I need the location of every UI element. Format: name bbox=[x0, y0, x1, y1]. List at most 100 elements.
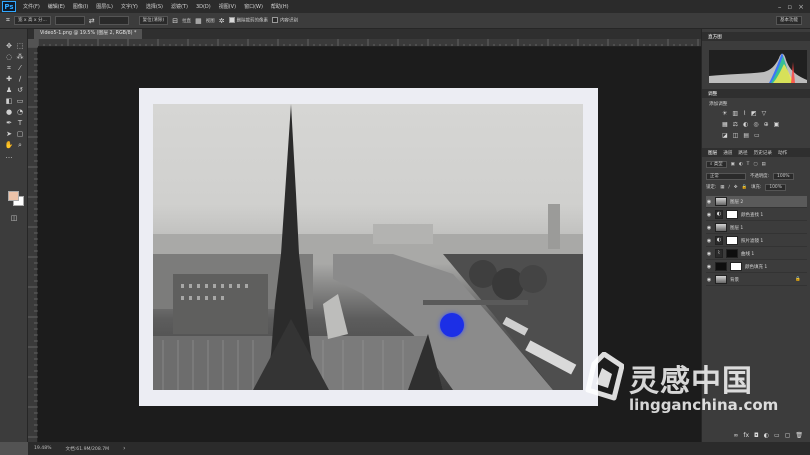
black-white-icon[interactable]: ◐ bbox=[743, 121, 748, 128]
color-balance-icon[interactable]: ⚖ bbox=[733, 121, 738, 128]
straighten-icon[interactable]: ⊟ bbox=[172, 17, 178, 25]
fx-icon[interactable]: fx bbox=[743, 432, 749, 439]
magic-wand-tool-icon[interactable]: ⁂ bbox=[14, 52, 26, 62]
exposure-icon[interactable]: ◩ bbox=[751, 110, 757, 117]
histogram-panel-title[interactable]: 直方图 bbox=[708, 34, 722, 40]
filter-adjustment-icon[interactable]: ◐ bbox=[739, 162, 743, 167]
photo-filter-icon[interactable]: ◎ bbox=[753, 121, 758, 128]
straighten-label[interactable]: 拉直 bbox=[182, 18, 191, 24]
chevron-right-icon[interactable]: › bbox=[123, 445, 125, 452]
workspace-select[interactable]: 基本功能 bbox=[776, 16, 802, 25]
tab-layers[interactable]: 图层 bbox=[708, 150, 717, 156]
eye-icon[interactable]: ◉ bbox=[706, 225, 712, 231]
layer-row[interactable]: ◉ 图层 1 bbox=[706, 222, 807, 234]
filter-type-icon[interactable]: T bbox=[747, 162, 750, 167]
overlay-label[interactable]: 视图 bbox=[206, 18, 215, 24]
document-tab[interactable]: Video5-1.png @ 19.5% (图层 2, RGB/8) * bbox=[34, 29, 143, 39]
fill-input[interactable]: 100% bbox=[765, 183, 786, 191]
maximize-icon[interactable]: ▫ bbox=[787, 3, 792, 11]
eye-icon[interactable]: ◉ bbox=[706, 264, 712, 270]
histogram-panel-header[interactable]: 直方图 bbox=[702, 32, 810, 41]
tab-actions[interactable]: 动作 bbox=[778, 150, 787, 156]
menu-help[interactable]: 帮助(H) bbox=[267, 3, 293, 10]
posterize-icon[interactable]: ◫ bbox=[733, 132, 739, 139]
vibrance-icon[interactable]: ▽ bbox=[762, 110, 767, 117]
color-lookup-icon[interactable]: ▣ bbox=[774, 121, 780, 128]
menu-edit[interactable]: 编辑(E) bbox=[44, 3, 69, 10]
marquee-tool-icon[interactable]: ⬚ bbox=[14, 41, 26, 51]
menu-layer[interactable]: 图层(L) bbox=[92, 3, 117, 10]
crop-ratio-select[interactable]: 宽 x 高 x 分... bbox=[13, 16, 51, 25]
eye-icon[interactable]: ◉ bbox=[706, 277, 712, 283]
threshold-icon[interactable]: ▤ bbox=[743, 132, 749, 139]
layer-row[interactable]: ◉ 背景 🔒 bbox=[706, 274, 807, 286]
menu-image[interactable]: 图像(I) bbox=[69, 3, 92, 10]
gear-icon[interactable]: ✲ bbox=[219, 17, 225, 25]
delete-cropped-checkbox[interactable]: 删除裁剪的像素 bbox=[228, 17, 268, 24]
new-group-icon[interactable]: ▭ bbox=[774, 432, 780, 439]
layer-row[interactable]: ◉ 图层 2 bbox=[706, 196, 807, 208]
menu-window[interactable]: 窗口(W) bbox=[240, 3, 267, 10]
lock-all-icon[interactable]: 🔒 bbox=[742, 185, 747, 190]
crop-tool-icon[interactable]: ⌗ bbox=[6, 16, 10, 25]
eye-icon[interactable]: ◉ bbox=[706, 251, 712, 257]
tab-channels[interactable]: 通道 bbox=[723, 150, 732, 156]
menu-file[interactable]: 文件(F) bbox=[19, 3, 44, 10]
blend-mode-select[interactable]: 正常 bbox=[706, 172, 746, 180]
eyedropper-tool-icon[interactable]: ⁄ bbox=[14, 63, 26, 73]
filter-shape-icon[interactable]: ▢ bbox=[753, 162, 757, 167]
brush-tool-icon[interactable]: ∕ bbox=[14, 74, 26, 84]
adjustments-panel-title[interactable]: 调整 bbox=[708, 91, 717, 97]
brightness-icon[interactable]: ☀ bbox=[722, 110, 727, 117]
swap-icon[interactable]: ⇄ bbox=[89, 17, 95, 25]
height-input[interactable] bbox=[98, 16, 129, 25]
curves-icon[interactable]: ⌇ bbox=[743, 110, 746, 117]
new-adjustment-icon[interactable]: ◐ bbox=[764, 432, 769, 439]
layer-row[interactable]: ◉ ⌇ 曲线 1 bbox=[706, 248, 807, 260]
hue-saturation-icon[interactable]: ▦ bbox=[722, 121, 728, 128]
channel-mixer-icon[interactable]: ⊕ bbox=[764, 121, 769, 128]
shape-tool-icon[interactable]: ▢ bbox=[14, 129, 26, 139]
clear-button[interactable]: 复位(清除) bbox=[138, 16, 169, 25]
width-input[interactable] bbox=[54, 16, 85, 25]
eye-icon[interactable]: ◉ bbox=[706, 212, 712, 218]
layer-row[interactable]: ◉ 颜色填充 1 bbox=[706, 261, 807, 273]
lock-position-icon[interactable]: ✥ bbox=[734, 185, 738, 190]
tab-paths[interactable]: 路径 bbox=[738, 150, 747, 156]
type-tool-icon[interactable]: T bbox=[14, 118, 26, 128]
menu-filter[interactable]: 滤镜(T) bbox=[167, 3, 192, 10]
layer-row[interactable]: ◉ ◐ 照片滤镜 1 bbox=[706, 235, 807, 247]
eye-icon[interactable]: ◉ bbox=[706, 199, 712, 205]
layer-row[interactable]: ◉ ◐ 颜色查找 1 bbox=[706, 209, 807, 221]
menu-type[interactable]: 文字(Y) bbox=[117, 3, 142, 10]
add-mask-icon[interactable]: ◘ bbox=[754, 432, 759, 439]
minimize-icon[interactable]: – bbox=[778, 3, 782, 11]
content-aware-checkbox[interactable]: 内容识别 bbox=[272, 17, 298, 24]
gradient-map-icon[interactable]: ▭ bbox=[754, 132, 760, 139]
lock-pixels-icon[interactable]: ∕ bbox=[728, 185, 729, 190]
invert-icon[interactable]: ◪ bbox=[722, 132, 728, 139]
tab-history[interactable]: 历史记录 bbox=[754, 150, 772, 156]
foreground-color-swatch[interactable] bbox=[8, 191, 19, 201]
close-icon[interactable]: × bbox=[798, 3, 804, 11]
filter-pixel-icon[interactable]: ▣ bbox=[731, 162, 735, 167]
quick-mask-icon[interactable]: ◫ bbox=[8, 213, 20, 223]
adjustments-panel-header[interactable]: 调整 bbox=[702, 89, 810, 98]
filter-smart-icon[interactable]: ▤ bbox=[762, 162, 766, 167]
link-layers-icon[interactable]: ∞ bbox=[733, 432, 738, 439]
layer-filter-select[interactable]: ⌕ 类型 bbox=[706, 160, 727, 168]
history-brush-icon[interactable]: ↺ bbox=[14, 85, 26, 95]
lock-transparency-icon[interactable]: ▦ bbox=[720, 185, 724, 190]
zoom-tool-icon[interactable]: ⌕ bbox=[14, 140, 26, 150]
new-layer-icon[interactable]: ▢ bbox=[785, 432, 791, 439]
opacity-input[interactable]: 100% bbox=[773, 172, 794, 180]
levels-icon[interactable]: ▥ bbox=[732, 110, 738, 117]
eye-icon[interactable]: ◉ bbox=[706, 238, 712, 244]
more-tools-icon[interactable]: … bbox=[3, 151, 15, 161]
dodge-tool-icon[interactable]: ◔ bbox=[14, 107, 26, 117]
menu-select[interactable]: 选择(S) bbox=[142, 3, 167, 10]
document-image[interactable] bbox=[153, 104, 583, 390]
gradient-tool-icon[interactable]: ▭ bbox=[14, 96, 26, 106]
trash-icon[interactable]: 🗑 bbox=[795, 432, 803, 439]
zoom-level[interactable]: 19.48% bbox=[34, 446, 52, 451]
